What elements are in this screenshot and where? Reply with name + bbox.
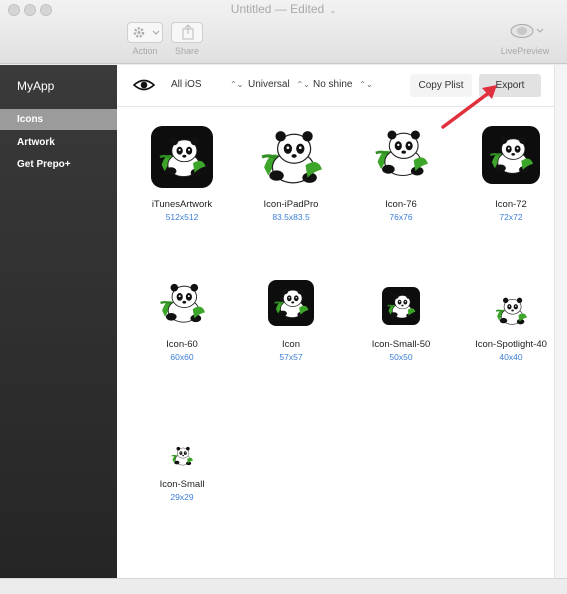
panda-icon [382, 287, 420, 325]
shine-select[interactable]: No shine ⌃⌄ [313, 79, 373, 90]
eye-icon[interactable] [133, 77, 155, 93]
icon-size-label: 512x512 [165, 212, 199, 222]
icon-size-label: 40x40 [499, 352, 523, 362]
window-title: Untitled — Edited ⌄ [0, 2, 567, 16]
eye-preview-icon [510, 24, 544, 38]
icon-name-label: Icon-72 [495, 199, 527, 210]
updown-arrows-icon: ⌃⌄ [359, 80, 373, 89]
share-button[interactable] [171, 22, 203, 43]
platform-select[interactable]: All iOS [171, 79, 202, 90]
panda-icon [159, 280, 205, 326]
icon-size-label: 60x60 [170, 352, 194, 362]
action-button[interactable] [127, 22, 163, 43]
icon-name-label: Icon-Small-50 [371, 339, 431, 350]
icon-name-label: iTunesArtwork [151, 199, 213, 210]
platform-value: All iOS [171, 79, 202, 90]
panda-icon [151, 126, 213, 188]
panda-icon [495, 295, 527, 327]
icon-size-label: 29x29 [170, 492, 194, 502]
device-select[interactable]: Universal ⌃⌄ [248, 79, 310, 90]
icon-tile[interactable]: Icon-iPadPro 83.5x83.5 [236, 126, 346, 222]
icon-size-label: 50x50 [389, 352, 413, 362]
document-name: Untitled [230, 2, 272, 16]
panda-icon [260, 126, 322, 188]
icon-size-label: 72x72 [499, 212, 523, 222]
sidebar: MyApp Icons Artwork Get Prepo+ [0, 65, 117, 578]
action-label: Action [132, 46, 158, 56]
livepreview-label: LivePreview [500, 46, 550, 56]
icon-size-label: 57x57 [279, 352, 303, 362]
icon-name-label: Icon [282, 339, 300, 350]
shine-value: No shine [313, 79, 353, 90]
panda-icon [171, 445, 193, 467]
icon-tile[interactable]: Icon-Small 29x29 [127, 445, 237, 502]
icon-tile[interactable]: Icon-72 72x72 [456, 126, 566, 222]
vertical-scrollbar[interactable] [554, 65, 567, 578]
icon-tile[interactable]: Icon-Small-50 50x50 [346, 287, 456, 362]
gear-icon [133, 27, 160, 38]
icon-tile[interactable]: Icon-60 60x60 [127, 280, 237, 362]
icon-name-label: Icon-Spotlight-40 [475, 339, 547, 350]
window-titlebar: Untitled — Edited ⌄ Action Share LivePre… [0, 0, 567, 64]
icon-name-label: Icon-76 [385, 199, 417, 210]
livepreview-button[interactable] [505, 20, 545, 42]
device-value: Universal [248, 79, 290, 90]
icons-panel: All iOS ⌃⌄ Universal ⌃⌄ No shine ⌃⌄ Copy… [117, 65, 554, 578]
icon-size-label: 76x76 [389, 212, 413, 222]
share-label: Share [174, 46, 200, 56]
updown-arrows-icon: ⌃⌄ [230, 80, 244, 89]
panda-icon [374, 126, 428, 180]
sidebar-item-artwork[interactable]: Artwork [0, 132, 117, 153]
annotation-arrow-icon [441, 85, 497, 129]
updown-arrows-icon: ⌃⌄ [296, 80, 310, 89]
icon-tile[interactable]: iTunesArtwork 512x512 [127, 126, 237, 222]
icon-size-label: 83.5x83.5 [272, 212, 310, 222]
platform-stepper[interactable]: ⌃⌄ [226, 79, 243, 90]
icon-tile[interactable]: Icon-Spotlight-40 40x40 [456, 295, 566, 362]
share-icon [182, 24, 194, 40]
icon-tile[interactable]: Icon 57x57 [236, 280, 346, 362]
sidebar-item-get-prepo-plus[interactable]: Get Prepo+ [0, 154, 117, 175]
sidebar-item-icons[interactable]: Icons [0, 109, 117, 130]
document-status: — Edited [274, 2, 325, 16]
horizontal-scrollbar[interactable] [0, 578, 567, 594]
app-name: MyApp [17, 79, 55, 93]
icon-tile[interactable]: Icon-76 76x76 [346, 126, 456, 222]
title-chevron-icon[interactable]: ⌄ [330, 6, 337, 15]
icon-name-label: Icon-iPadPro [263, 199, 319, 210]
panda-icon [268, 280, 314, 326]
icon-name-label: Icon-60 [166, 339, 198, 350]
icon-name-label: Icon-Small [159, 479, 205, 490]
